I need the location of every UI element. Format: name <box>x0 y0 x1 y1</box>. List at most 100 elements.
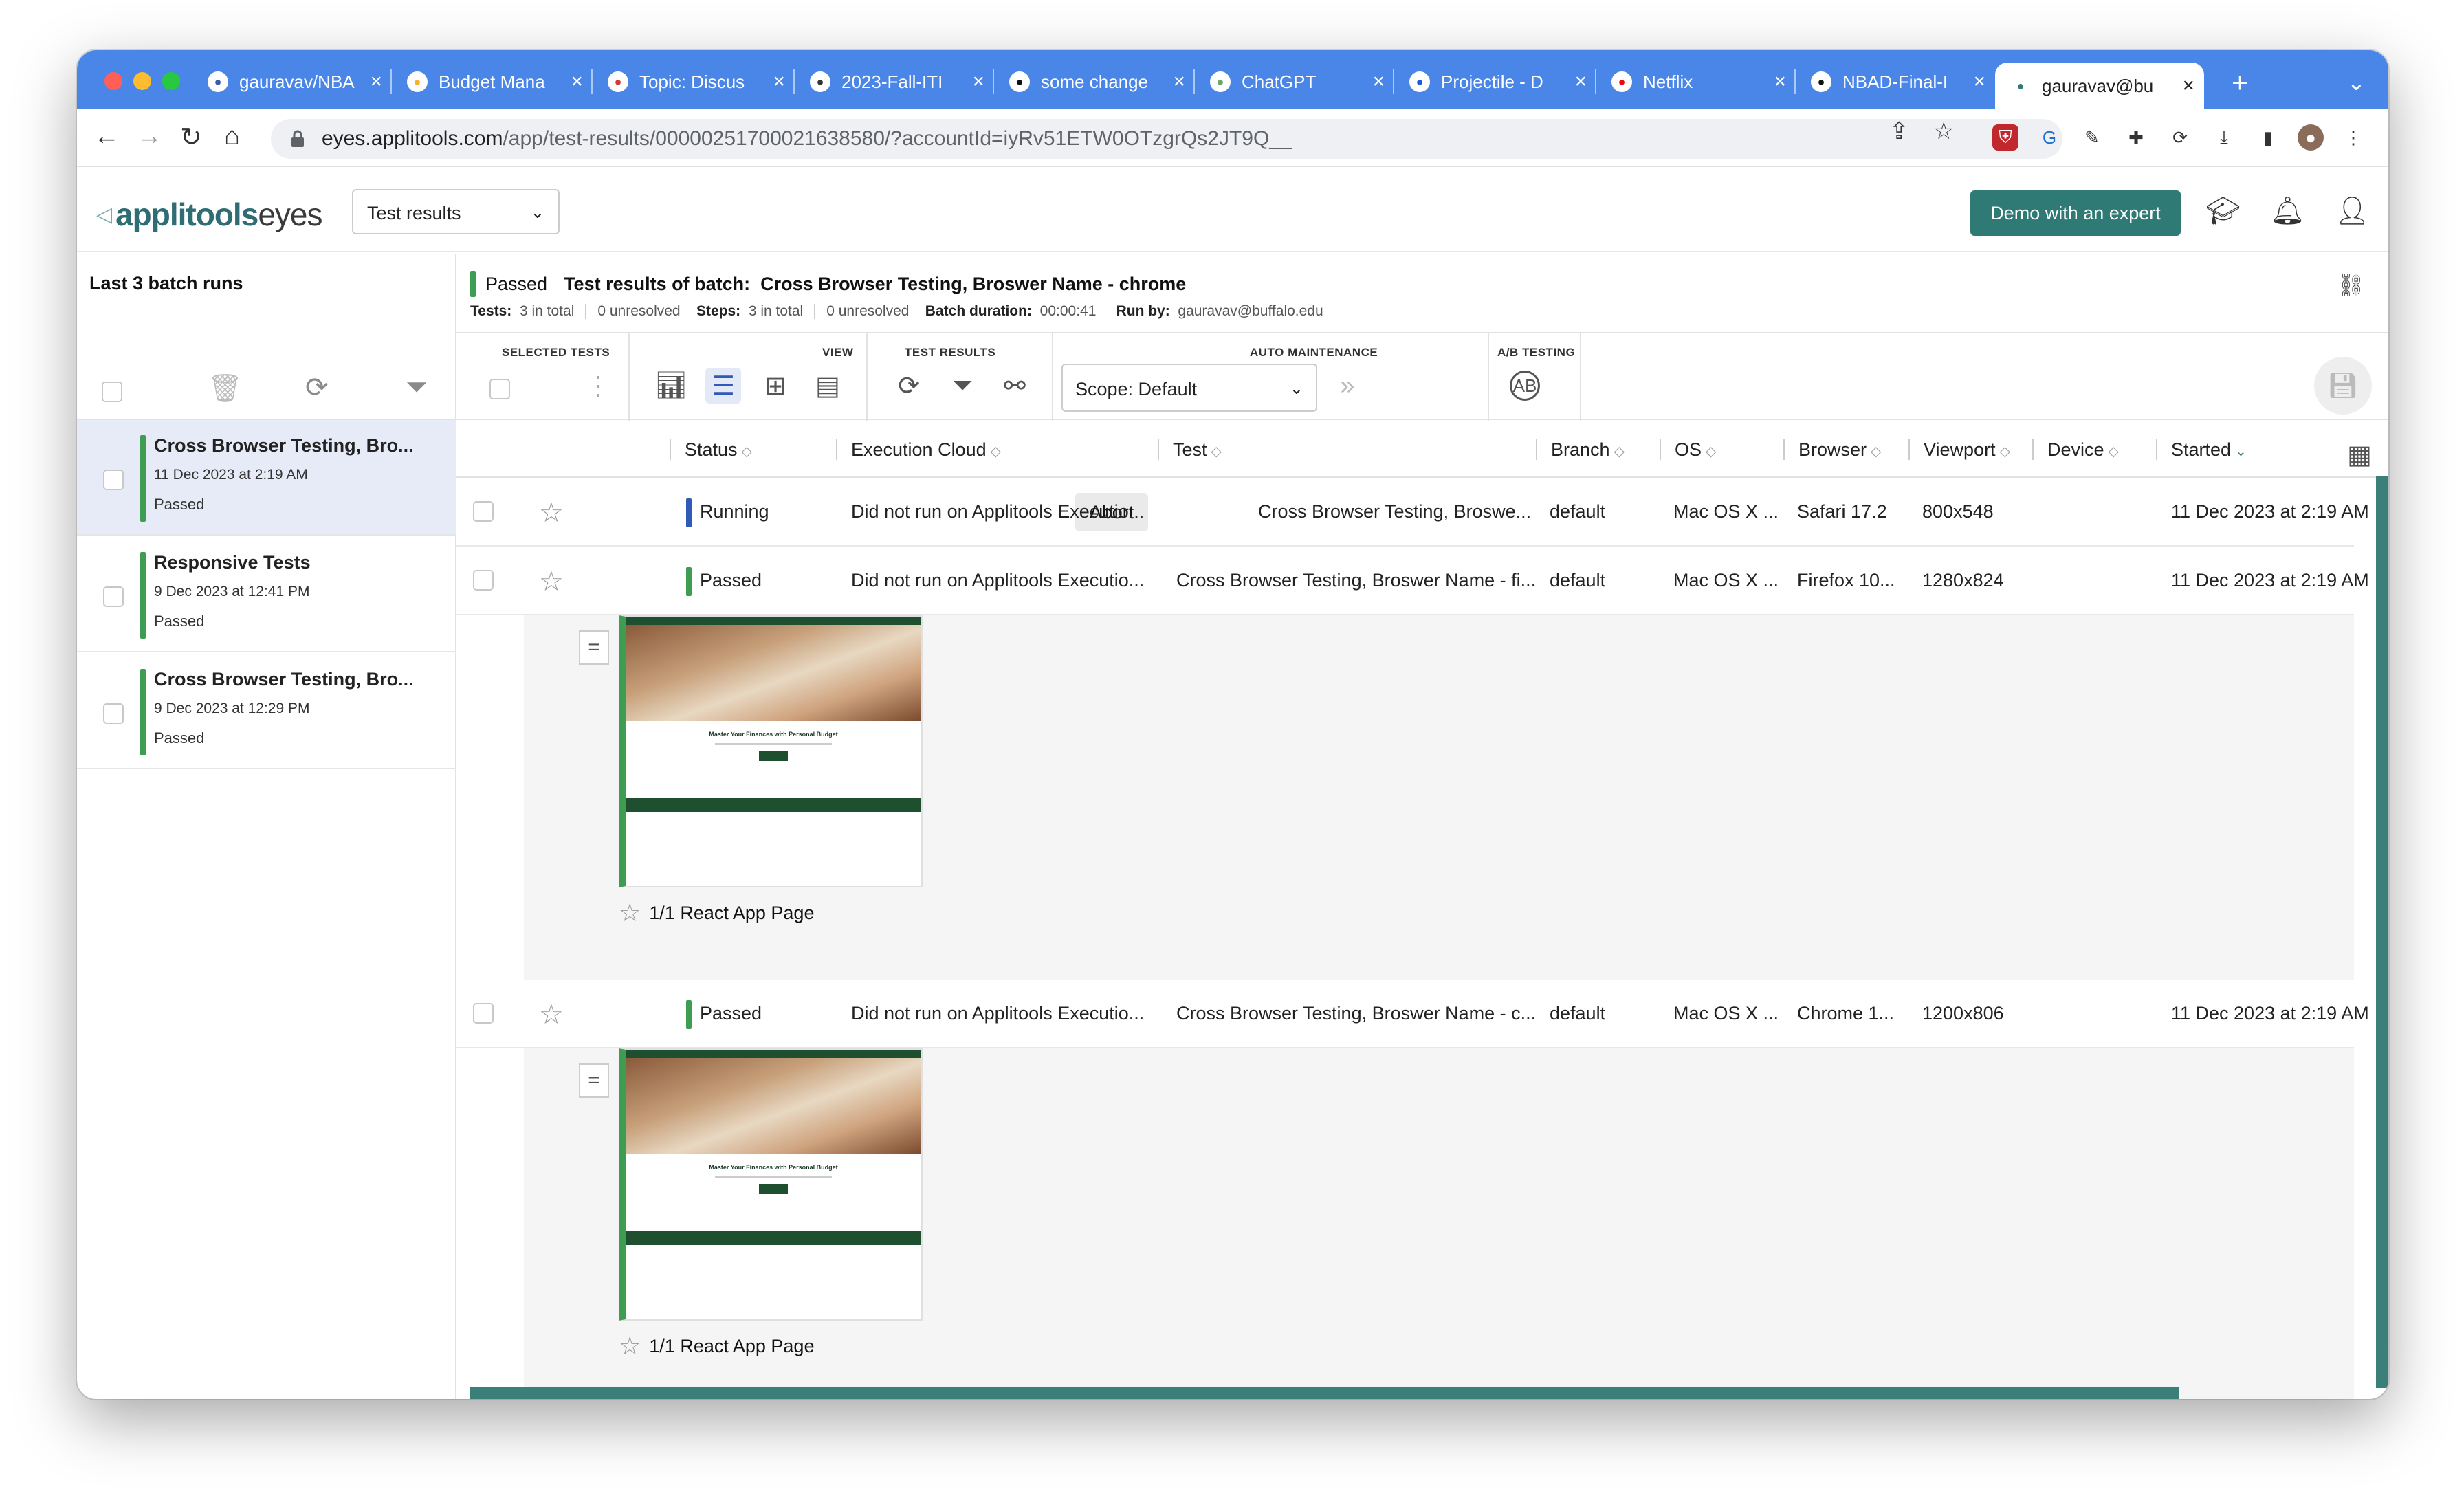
forward-icon[interactable]: → <box>136 122 162 151</box>
group-by-icon[interactable]: ⚯ <box>997 368 1033 404</box>
table-row[interactable]: ☆ Passed Did not run on Applitools Executi… <box>456 980 2369 1048</box>
puzzle-extensions-icon[interactable]: ✚ <box>2123 124 2149 151</box>
star-icon[interactable]: ☆ <box>619 898 641 927</box>
column-header[interactable]: Branch ◇ <box>1536 439 1625 460</box>
close-tab-icon[interactable]: × <box>1372 70 1385 93</box>
table-row[interactable]: ☆ Running Abort Did not run on Applitools E… <box>456 478 2369 547</box>
batch-checkbox[interactable] <box>103 586 124 607</box>
row-checkbox[interactable] <box>473 501 494 522</box>
test-name-cell[interactable]: Cross Browser Testing, Broswer Name - c.… <box>1176 1003 1536 1024</box>
star-icon[interactable]: ☆ <box>539 497 564 529</box>
browser-tab[interactable]: ● 2023-Fall-ITI × <box>795 63 994 101</box>
vertical-scrollbar[interactable] <box>2376 476 2388 1388</box>
applitools-logo[interactable]: ◁ applitools eyes <box>96 196 322 233</box>
refresh-results-icon[interactable]: ⟳ <box>891 368 927 404</box>
more-menu-icon[interactable]: ⋮ <box>2340 124 2366 151</box>
close-tab-icon[interactable]: × <box>2182 74 2194 98</box>
graduation-cap-icon[interactable]: 🎓︎ <box>2206 195 2241 227</box>
grid-view-icon[interactable]: ⊞ <box>758 368 793 404</box>
select-all-batches-checkbox[interactable] <box>102 382 122 402</box>
close-window-button[interactable] <box>104 72 122 90</box>
sort-icon[interactable]: ◇ <box>1871 444 1881 459</box>
close-tab-icon[interactable]: × <box>773 70 785 93</box>
g-extension-icon[interactable]: G <box>2036 124 2062 151</box>
column-header[interactable]: Device ◇ <box>2032 439 2119 460</box>
share-icon[interactable]: ⛓ <box>2337 272 2365 298</box>
list-view-icon[interactable]: ☰ <box>705 368 741 404</box>
star-icon[interactable]: ☆ <box>619 1332 641 1360</box>
sort-icon[interactable]: ◇ <box>991 444 1001 459</box>
sort-icon[interactable]: ◇ <box>1614 444 1625 459</box>
close-tab-icon[interactable]: × <box>370 70 382 93</box>
auto-maintenance-icon[interactable]: » <box>1330 368 1365 404</box>
sort-icon[interactable]: ⌄ <box>2235 444 2247 459</box>
column-header[interactable]: Viewport ◇ <box>1908 439 2010 460</box>
column-header[interactable]: Execution Cloud ◇ <box>836 439 1001 460</box>
batch-checkbox[interactable] <box>103 470 124 490</box>
browser-tab[interactable]: ● ChatGPT × <box>1195 63 1394 101</box>
home-icon[interactable]: ⌂ <box>224 122 240 151</box>
column-header[interactable]: Started ⌄ <box>2156 439 2247 460</box>
browser-tab[interactable]: ● Netflix × <box>1596 63 1796 101</box>
bar-chart-view-icon[interactable]: 📊︎ <box>653 368 689 404</box>
close-tab-icon[interactable]: × <box>1774 70 1786 93</box>
sidepanel-icon[interactable]: ▮ <box>2255 124 2281 151</box>
step-thumbnail[interactable]: Master Your Finances with Personal Budge… <box>619 615 923 887</box>
close-tab-icon[interactable]: × <box>1173 70 1185 93</box>
save-icon[interactable]: 💾︎ <box>2314 357 2372 415</box>
close-tab-icon[interactable]: × <box>1574 70 1587 93</box>
close-tab-icon[interactable]: × <box>972 70 984 93</box>
profile-avatar-icon[interactable]: ● <box>2298 124 2324 151</box>
filter-icon[interactable]: ⏷ <box>406 372 428 403</box>
row-checkbox[interactable] <box>473 1003 494 1024</box>
sort-icon[interactable]: ◇ <box>2109 444 2119 459</box>
bookmark-star-icon[interactable]: ☆ <box>1933 118 1954 145</box>
test-name-cell[interactable]: Cross Browser Testing, Broswer Name - fi… <box>1176 570 1536 591</box>
collapse-steps-button[interactable]: = <box>579 1063 609 1098</box>
column-header[interactable]: Status ◇ <box>670 439 752 460</box>
edit-extension-icon[interactable]: ✎ <box>2079 124 2105 151</box>
step-label[interactable]: ☆ 1/1 React App Page <box>619 898 814 927</box>
user-settings-icon[interactable]: 👤︎ <box>2335 195 2370 227</box>
star-icon[interactable]: ☆ <box>539 566 564 597</box>
browser-tab[interactable]: ● some change × <box>994 63 1195 101</box>
batch-run-item[interactable]: Responsive Tests 9 Dec 2023 at 12:41 PM Pa… <box>77 537 456 652</box>
ab-testing-icon[interactable]: AB <box>1510 371 1540 401</box>
new-tab-button[interactable]: + <box>2232 68 2249 97</box>
share-page-icon[interactable]: ⇪ <box>1889 118 1909 145</box>
sort-icon[interactable]: ◇ <box>1706 444 1716 459</box>
address-bar[interactable]: eyes.applitools.com/app/test-results/000… <box>271 119 2062 159</box>
column-header[interactable]: OS ◇ <box>1660 439 1716 460</box>
bell-icon[interactable]: 🔔︎ <box>2270 195 2305 227</box>
browser-tab[interactable]: ● Budget Mana × <box>392 63 593 101</box>
column-header[interactable]: Browser ◇ <box>1783 439 1881 460</box>
more-actions-icon[interactable]: ⋮ <box>580 368 616 404</box>
reload-icon[interactable]: ↻ <box>180 122 202 153</box>
scope-select[interactable]: Scope: Default ⌄ <box>1062 364 1317 412</box>
browser-tab[interactable]: ● Topic: Discus × <box>593 63 795 101</box>
select-all-tests-checkbox[interactable] <box>490 379 510 399</box>
column-header[interactable]: Test ◇ <box>1158 439 1222 460</box>
row-checkbox[interactable] <box>473 570 494 591</box>
trash-icon[interactable]: 🗑︎ <box>208 372 243 404</box>
minimize-window-button[interactable] <box>133 72 151 90</box>
browser-tab[interactable]: ● NBAD-Final-I × <box>1796 63 1995 101</box>
step-label[interactable]: ☆ 1/1 React App Page <box>619 1332 814 1360</box>
browser-tab[interactable]: ● gauravav@bu × <box>1995 63 2204 109</box>
batch-checkbox[interactable] <box>103 703 124 724</box>
demo-with-expert-button[interactable]: Demo with an expert <box>1970 190 2181 236</box>
sort-icon[interactable]: ◇ <box>1211 444 1222 459</box>
zoom-window-button[interactable] <box>162 72 180 90</box>
browser-tab[interactable]: ● Projectile - D × <box>1394 63 1596 101</box>
star-icon[interactable]: ☆ <box>539 999 564 1030</box>
view-select[interactable]: Test results ⌄ <box>352 189 560 234</box>
horizontal-scrollbar[interactable] <box>470 1387 2179 1399</box>
step-thumbnail[interactable]: Master Your Finances with Personal Budge… <box>619 1048 923 1321</box>
sort-icon[interactable]: ◇ <box>2000 444 2010 459</box>
browser-tab[interactable]: ● gauravav/NBA × <box>192 63 392 101</box>
column-settings-icon[interactable]: ▦ <box>2347 439 2372 470</box>
sync-extension-icon[interactable]: ⟳ <box>2167 124 2193 151</box>
close-tab-icon[interactable]: × <box>571 70 583 93</box>
batch-run-item[interactable]: Cross Browser Testing, Bro... 11 Dec 2023… <box>77 420 456 536</box>
tab-search-chevron-icon[interactable]: ⌄ <box>2347 69 2366 96</box>
